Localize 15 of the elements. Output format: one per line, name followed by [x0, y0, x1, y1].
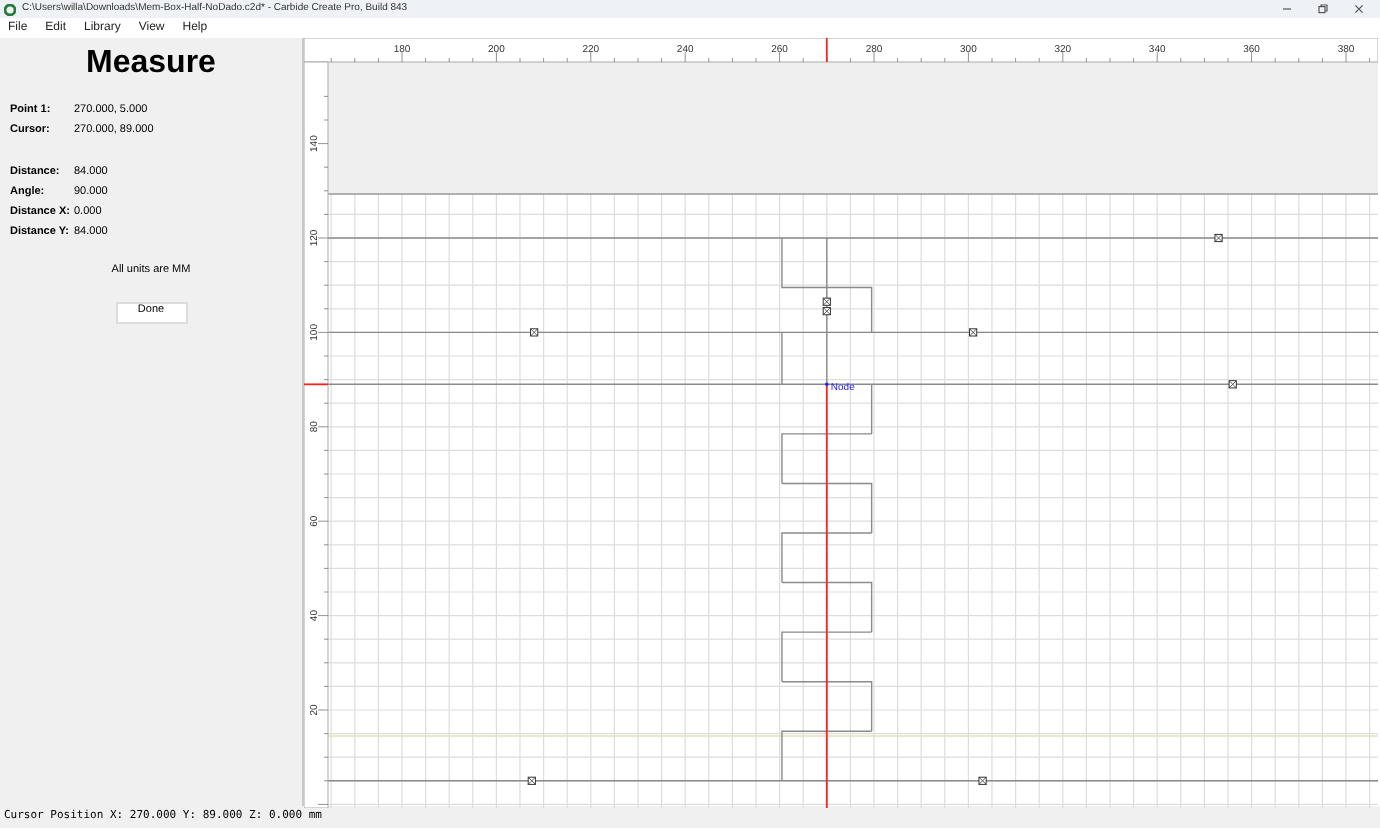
app-icon	[4, 3, 16, 15]
node-marker-icon[interactable]	[822, 297, 831, 306]
node-marker-icon[interactable]	[1228, 380, 1237, 389]
node-marker-icon[interactable]	[978, 776, 987, 785]
node-marker-icon[interactable]	[530, 328, 539, 337]
panel-heading: Measure	[84, 48, 218, 80]
restore-icon[interactable]	[1318, 4, 1328, 14]
node-marker-icon[interactable]	[1214, 233, 1223, 243]
node-marker-icon[interactable]	[527, 776, 536, 785]
minimize-icon[interactable]	[1282, 4, 1292, 14]
cursor-y-marker	[304, 383, 329, 386]
node-marker-icon[interactable]	[822, 307, 831, 316]
node-marker-icon[interactable]	[969, 328, 978, 337]
close-icon[interactable]	[1354, 4, 1364, 14]
cursor-x-marker	[825, 38, 828, 63]
